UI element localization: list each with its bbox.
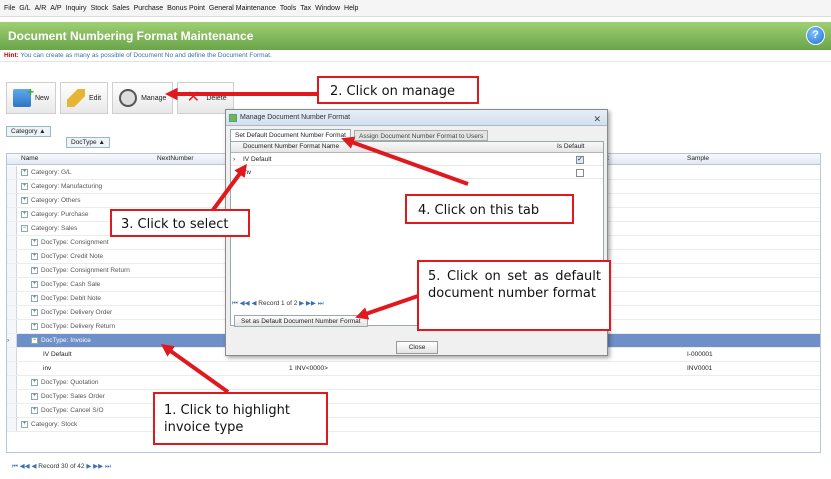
delete-label: Delete [206, 94, 227, 102]
manage-label: Manage [141, 94, 167, 102]
dialog-close-icon[interactable]: ✕ [593, 111, 601, 127]
menu-ap[interactable]: A/P [50, 5, 61, 12]
menu-bar: File G/L A/R A/P Inquiry Stock Sales Pur… [0, 0, 831, 17]
dialog-title-bar: Manage Document Number Format ✕ [226, 110, 607, 126]
grid-row[interactable]: + DocType: Quotation [7, 376, 820, 390]
window-icon [229, 114, 237, 122]
tab-set-default[interactable]: Set Default Document Number Format [230, 129, 351, 141]
new-button[interactable]: New [6, 82, 57, 114]
dialog-grid-header: Document Number Format Name Is Default [231, 142, 603, 153]
dialog-row-inv[interactable]: inv [231, 167, 603, 179]
col-is-default[interactable]: Is Default [557, 143, 584, 150]
set-default-button[interactable]: Set as Default Document Number Format [234, 315, 368, 327]
group-doctype-label: DocType [71, 139, 97, 146]
group-by-doctype[interactable]: DocType ▲ [66, 137, 110, 148]
record-counter: Record 30 of 42 [38, 463, 85, 470]
tab-assign-users[interactable]: Assign Document Number Format to Users [354, 130, 489, 141]
page-title: Document Numbering Format Maintenance [8, 29, 254, 43]
grid-row[interactable]: inv 1 INV<0000> INV0001 [7, 362, 820, 376]
col-next-number[interactable]: NextNumber [157, 155, 193, 162]
grid-navigator[interactable]: ⏮ ◀◀ ◀ Record 30 of 42 ▶ ▶▶ ⏭ [12, 462, 111, 471]
menu-inquiry[interactable]: Inquiry [66, 5, 87, 12]
dialog-row-iv-default[interactable]: › IV Default ✓ [231, 154, 603, 166]
hint-label: Hint: [4, 52, 19, 59]
callout-5: 5. Click on set as default document numb… [417, 260, 611, 331]
menu-stock[interactable]: Stock [91, 5, 109, 12]
menu-tax[interactable]: Tax [300, 5, 311, 12]
is-default-checkbox[interactable]: ✓ [576, 156, 584, 164]
manage-gear-icon [119, 89, 138, 107]
callout-2: 2. Click on manage [317, 76, 479, 104]
menu-file[interactable]: File [4, 5, 15, 12]
help-icon[interactable]: ? [806, 26, 825, 45]
close-button[interactable]: Close [396, 341, 438, 354]
callout-4: 4. Click on this tab [405, 194, 574, 224]
hint-text: You can create as many as possible of Do… [20, 52, 272, 59]
menu-ar[interactable]: A/R [35, 5, 47, 12]
edit-button[interactable]: Edit [60, 82, 109, 114]
menu-sales[interactable]: Sales [112, 5, 130, 12]
new-label: New [35, 94, 50, 102]
menu-window[interactable]: Window [315, 5, 340, 12]
group-by-category[interactable]: Category ▲ [6, 126, 51, 137]
delete-x-icon: ✕ [186, 89, 201, 106]
page-header: Document Numbering Format Maintenance ? [0, 22, 831, 50]
callout-3: 3. Click to select [110, 209, 250, 237]
dialog-navigator[interactable]: ⏮ ◀◀ ◀ Record 1 of 2 ▶ ▶▶ ⏭ [232, 299, 324, 308]
callout-1: 1. Click to highlight invoice type [153, 392, 328, 445]
col-name[interactable]: Name [21, 155, 38, 162]
edit-label: Edit [89, 94, 102, 102]
menu-general-maintenance[interactable]: General Maintenance [209, 5, 276, 12]
toolbar: New Edit Manage ✕ Delete [6, 82, 238, 116]
menu-tools[interactable]: Tools [280, 5, 296, 12]
dialog-record-counter: Record 1 of 2 [258, 300, 298, 307]
grid-row[interactable]: + DocType: Sales Order [7, 390, 820, 404]
dialog-title: Manage Document Number Format [240, 114, 351, 121]
edit-pencil-icon [67, 89, 86, 107]
hint-bar: Hint: You can create as many as possible… [0, 50, 831, 62]
grid-row[interactable]: + DocType: Cancel S/O [7, 404, 820, 418]
is-default-checkbox[interactable] [576, 169, 584, 177]
menu-bonus-point[interactable]: Bonus Point [167, 5, 205, 12]
col-sample[interactable]: Sample [687, 155, 709, 162]
menu-help[interactable]: Help [344, 5, 358, 12]
new-icon [13, 85, 34, 107]
col-format-name[interactable]: Document Number Format Name [243, 143, 339, 150]
grid-row[interactable]: + Category: Stock [7, 418, 820, 432]
group-category-label: Category [11, 128, 38, 135]
menu-gl[interactable]: G/L [19, 5, 30, 12]
manage-button[interactable]: Manage [112, 82, 174, 114]
menu-purchase[interactable]: Purchase [134, 5, 164, 12]
